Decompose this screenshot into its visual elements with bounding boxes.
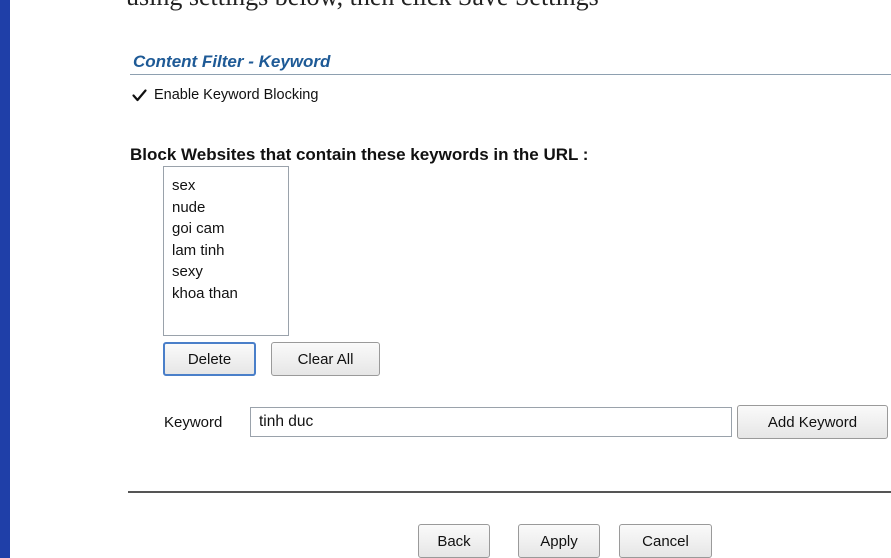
enable-keyword-blocking-checkbox[interactable] <box>131 87 148 104</box>
back-button[interactable]: Back <box>418 524 490 558</box>
section-title: Content Filter - Keyword <box>133 52 331 71</box>
keyword-listbox[interactable]: sex nude goi cam lam tinh sexy khoa than <box>163 166 289 336</box>
keyword-input[interactable] <box>250 407 732 437</box>
apply-button[interactable]: Apply <box>518 524 600 558</box>
enable-keyword-blocking-row[interactable]: Enable Keyword Blocking <box>131 84 318 106</box>
add-keyword-button[interactable]: Add Keyword <box>737 405 888 439</box>
keyword-list-item[interactable]: goi cam <box>172 218 288 240</box>
keyword-label: Keyword <box>164 414 223 431</box>
top-cutoff-text: using settings below, then click Save Se… <box>126 0 891 12</box>
delete-button[interactable]: Delete <box>163 342 256 376</box>
title-divider <box>130 74 891 75</box>
window-frame-edge <box>0 0 10 558</box>
clear-all-button[interactable]: Clear All <box>271 342 380 376</box>
keyword-list-item[interactable]: lam tinh <box>172 240 288 262</box>
footer-divider <box>128 491 891 493</box>
cancel-button[interactable]: Cancel <box>619 524 712 558</box>
keyword-list-item[interactable]: khoa than <box>172 283 288 305</box>
keyword-list-item[interactable]: sex <box>172 175 288 197</box>
keyword-list-item[interactable]: sexy <box>172 261 288 283</box>
keyword-list-item[interactable]: nude <box>172 197 288 219</box>
enable-keyword-blocking-label: Enable Keyword Blocking <box>154 87 319 103</box>
block-websites-heading: Block Websites that contain these keywor… <box>130 145 589 164</box>
